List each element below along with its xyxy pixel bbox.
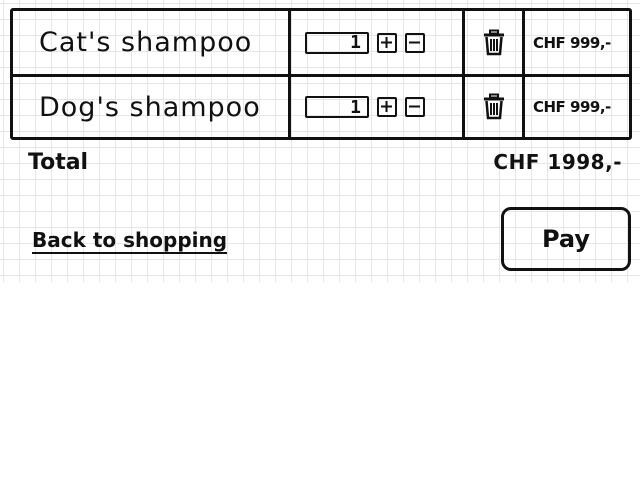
delete-button[interactable] xyxy=(481,93,507,121)
delete-button[interactable] xyxy=(481,29,507,57)
increment-button[interactable] xyxy=(377,32,397,53)
trash-icon xyxy=(483,93,504,120)
delete-cell xyxy=(465,77,525,137)
minus-box-icon xyxy=(409,105,420,108)
back-to-shopping-link[interactable]: Back to shopping xyxy=(32,228,227,252)
total-value: CHF 1998,- xyxy=(493,150,622,174)
quantity-cell xyxy=(291,11,465,74)
plus-box-icon xyxy=(381,101,392,112)
total-label: Total xyxy=(28,150,89,175)
plus-box-icon xyxy=(381,36,392,48)
item-price: CHF 999,- xyxy=(533,33,611,52)
decrement-button[interactable] xyxy=(405,32,425,53)
cart-row: Cat's shampoo 1 CHF 999,- xyxy=(13,11,629,74)
delete-cell xyxy=(465,11,525,74)
item-price: CHF 999,- xyxy=(533,98,611,116)
decrement-button[interactable] xyxy=(405,97,425,117)
quantity-field[interactable] xyxy=(305,96,369,118)
product-name: Cat's shampoo xyxy=(13,11,291,74)
minus-box-icon xyxy=(409,41,420,43)
cart-row: Dog's shampoo 1 CHF 999,- xyxy=(13,74,629,137)
product-name: Dog's shampoo xyxy=(13,77,291,137)
quantity-cell xyxy=(291,77,465,137)
quantity-field[interactable] xyxy=(305,31,369,54)
cart-table: Cat's shampoo 1 CHF 999,- Dog's shampoo … xyxy=(10,8,632,140)
total-row: Total CHF 1998,- xyxy=(28,150,622,175)
pay-button[interactable]: Pay xyxy=(501,207,631,271)
increment-button[interactable] xyxy=(377,97,397,117)
trash-icon xyxy=(483,29,504,55)
